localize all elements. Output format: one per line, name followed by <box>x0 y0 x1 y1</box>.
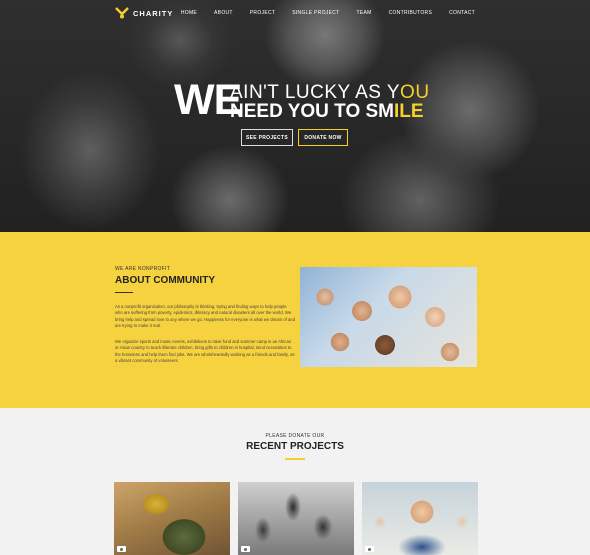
nav-team[interactable]: TEAM <box>356 10 371 16</box>
project-card-1[interactable] <box>114 482 230 555</box>
about-paragraph-1: As a nonprofit organization, our philoso… <box>115 304 295 328</box>
about-title: ABOUT COMMUNITY <box>115 275 215 286</box>
camera-icon <box>117 546 126 552</box>
project-card-2[interactable] <box>238 482 354 555</box>
nav-about[interactable]: ABOUT <box>214 10 233 16</box>
nav-contributors[interactable]: CONTRIBUTORS <box>389 10 433 16</box>
top-navigation: CHARITY HOME ABOUT PROJECT SINGLE PROJEC… <box>0 0 590 26</box>
about-paragraph-2: We organize sports and music events, exh… <box>115 339 295 363</box>
projects-divider <box>285 458 305 460</box>
hero-line-1-highlight: OU <box>400 82 430 103</box>
donate-now-button[interactable]: DONATE NOW <box>298 129 348 146</box>
main-menu: HOME ABOUT PROJECT SINGLE PROJECT TEAM C… <box>164 10 475 16</box>
hero-line-2: NEED YOU TO SMILE <box>230 101 424 123</box>
projects-section: PLEASE DONATE OUR RECENT PROJECTS <box>0 408 590 555</box>
camera-icon <box>365 546 374 552</box>
about-divider <box>115 292 133 293</box>
hero-line-1-text: AIN'T LUCKY AS Y <box>230 82 401 103</box>
project-card-3[interactable] <box>362 482 478 555</box>
about-kicker: WE ARE NONPROFIT <box>115 266 171 272</box>
about-section: WE ARE NONPROFIT ABOUT COMMUNITY As a no… <box>0 232 590 408</box>
projects-kicker: PLEASE DONATE OUR <box>265 433 325 439</box>
charity-logo-icon <box>115 7 129 19</box>
community-photo <box>300 267 477 367</box>
nav-single-project[interactable]: SINGLE PROJECT <box>292 10 339 16</box>
hero-line-2-text: NEED YOU TO SM <box>230 101 394 122</box>
nav-home[interactable]: HOME <box>181 10 197 16</box>
nav-project[interactable]: PROJECT <box>250 10 275 16</box>
nav-contact[interactable]: CONTACT <box>449 10 475 16</box>
camera-icon <box>241 546 250 552</box>
hero-line-2-highlight: ILE <box>394 101 424 122</box>
projects-title: RECENT PROJECTS <box>246 441 344 452</box>
see-projects-button[interactable]: SEE PROJECTS <box>241 129 293 146</box>
